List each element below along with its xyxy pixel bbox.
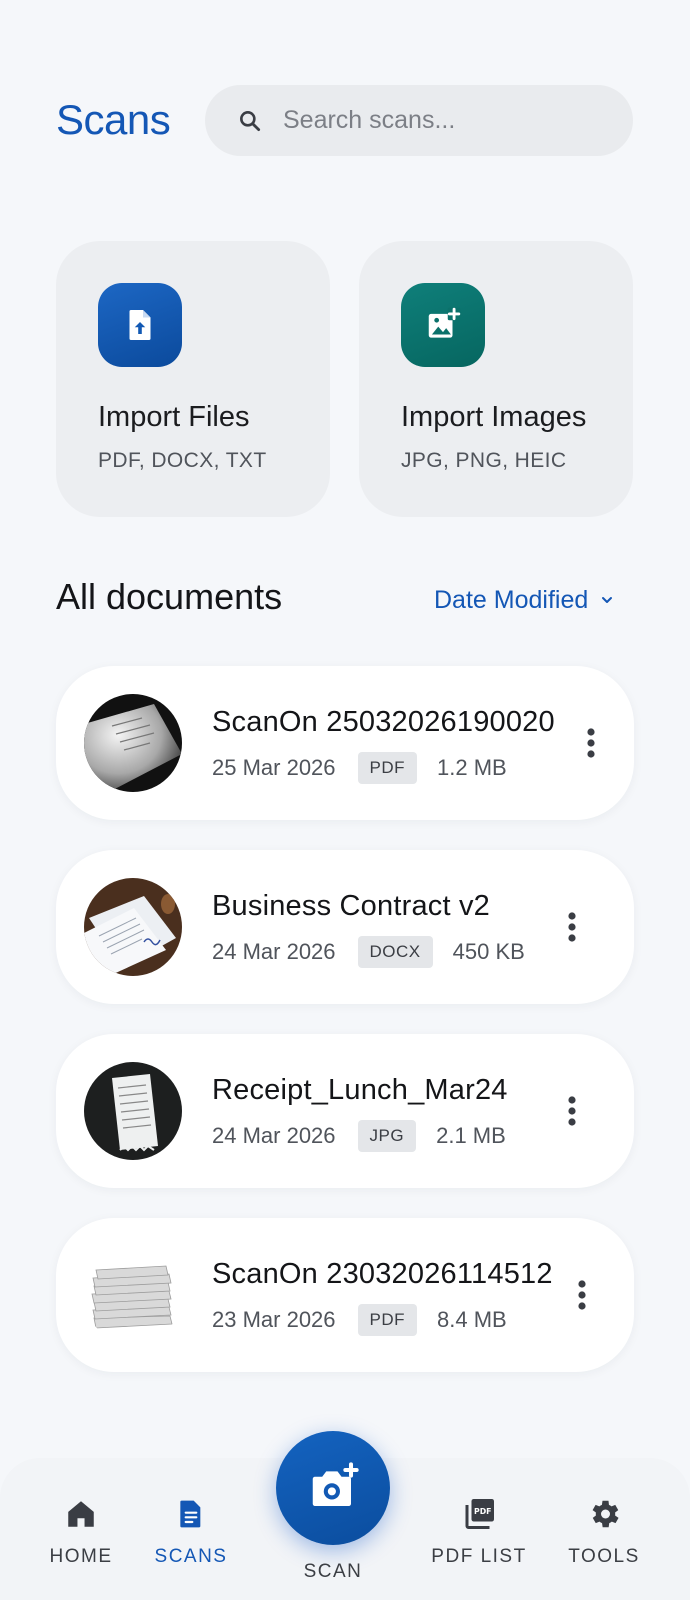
document-size: 450 KB: [452, 939, 525, 964]
document-meta: 23 Mar 2026 PDF 8.4 MB: [212, 1304, 507, 1336]
file-type-badge: JPG: [357, 1120, 417, 1152]
document-name: ScanOn 25032026190020: [212, 706, 555, 738]
nav-home-label: HOME: [49, 1546, 113, 1567]
search-icon: [235, 106, 265, 136]
file-type-badge: PDF: [357, 1304, 418, 1336]
nav-tools-label: TOOLS: [568, 1546, 640, 1567]
home-icon: [61, 1494, 101, 1534]
more-options-button[interactable]: [564, 1273, 600, 1317]
document-meta: 24 Mar 2026 JPG 2.1 MB: [212, 1120, 506, 1152]
document-date: 25 Mar 2026: [212, 755, 336, 780]
document-thumbnail: [84, 694, 182, 792]
document-card[interactable]: ScanOn 23032026114512 23 Mar 2026 PDF 8.…: [56, 1218, 634, 1372]
nav-pdf-list-label: PDF LIST: [431, 1546, 527, 1567]
page-title: Scans: [56, 96, 171, 143]
more-vert-icon: [587, 728, 595, 758]
section-title: All documents: [56, 576, 283, 617]
document-meta: 25 Mar 2026 PDF 1.2 MB: [212, 752, 507, 784]
document-name: Business Contract v2: [212, 890, 491, 922]
import-files-title: Import Files: [98, 401, 250, 433]
sort-label: Date Modified: [434, 585, 589, 614]
document-card[interactable]: Business Contract v2 24 Mar 2026 DOCX 45…: [56, 850, 634, 1004]
document-meta: 24 Mar 2026 DOCX 450 KB: [212, 936, 525, 968]
document-name: Receipt_Lunch_Mar24: [212, 1074, 508, 1106]
more-options-button[interactable]: [573, 721, 609, 765]
document-size: 2.1 MB: [436, 1123, 506, 1148]
more-options-button[interactable]: [554, 1089, 590, 1133]
more-vert-icon: [568, 1096, 576, 1126]
more-vert-icon: [578, 1280, 586, 1310]
more-vert-icon: [568, 912, 576, 942]
search-input[interactable]: [283, 106, 603, 135]
import-images-title: Import Images: [401, 401, 587, 433]
nav-home[interactable]: HOME: [26, 1494, 136, 1584]
file-type-badge: DOCX: [357, 936, 433, 968]
document-card[interactable]: Receipt_Lunch_Mar24 24 Mar 2026 JPG 2.1 …: [56, 1034, 634, 1188]
document-date: 24 Mar 2026: [212, 939, 336, 964]
import-files-card[interactable]: Import Files PDF, DOCX, TXT: [56, 241, 330, 517]
import-images-card[interactable]: Import Images JPG, PNG, HEIC: [359, 241, 633, 517]
chevron-down-icon: [600, 593, 614, 607]
document-size: 8.4 MB: [437, 1307, 507, 1332]
document-date: 24 Mar 2026: [212, 1123, 336, 1148]
scans-screen: Scans Import Files PDF, DOCX, TXT: [0, 0, 690, 1600]
document-icon: [171, 1494, 211, 1534]
file-type-badge: PDF: [357, 752, 418, 784]
import-files-formats: PDF, DOCX, TXT: [98, 449, 267, 472]
search-bar[interactable]: [205, 85, 633, 156]
header: Scans: [0, 0, 690, 200]
nav-scans[interactable]: SCANS: [136, 1494, 246, 1584]
gear-icon: [584, 1494, 624, 1534]
more-options-button[interactable]: [554, 905, 590, 949]
document-size: 1.2 MB: [437, 755, 507, 780]
add-camera-icon: [312, 1462, 359, 1506]
document-card[interactable]: ScanOn 25032026190020 25 Mar 2026 PDF 1.…: [56, 666, 634, 820]
svg-text:PDF: PDF: [474, 1507, 492, 1516]
document-thumbnail: [84, 878, 182, 976]
document-name: ScanOn 23032026114512: [212, 1258, 553, 1290]
add-image-icon: [401, 283, 485, 367]
document-date: 23 Mar 2026: [212, 1307, 336, 1332]
nav-tools[interactable]: TOOLS: [549, 1494, 659, 1584]
document-thumbnail: [84, 1246, 182, 1344]
nav-pdf-list[interactable]: PDF PDF LIST: [424, 1494, 534, 1584]
pdf-stack-icon: PDF: [459, 1494, 499, 1534]
document-thumbnail: [84, 1062, 182, 1160]
scan-camera-button[interactable]: [276, 1431, 390, 1545]
file-upload-icon: [98, 283, 182, 367]
sort-dropdown[interactable]: Date Modified: [434, 584, 614, 616]
import-images-formats: JPG, PNG, HEIC: [401, 449, 567, 472]
scan-label: SCAN: [303, 1561, 363, 1582]
nav-scans-label: SCANS: [154, 1546, 228, 1567]
